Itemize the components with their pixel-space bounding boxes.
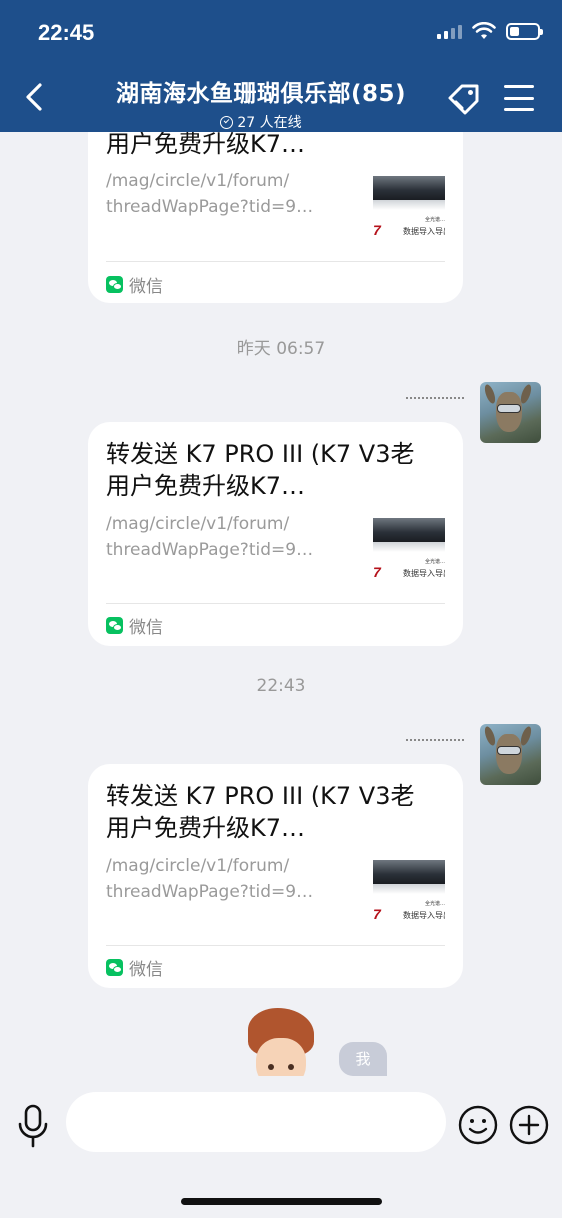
input-bar <box>0 1076 562 1218</box>
timestamp: 昨天 06:57 <box>236 339 326 359</box>
chat-title-block[interactable]: 湖南海水鱼珊瑚俱乐部(85) 27 人在线 <box>90 74 432 132</box>
link-card[interactable]: 转发送 K7 PRO III (K7 V3老 用户免费升级K7… /mag/ci… <box>88 422 463 646</box>
self-badge: 我 <box>339 1042 387 1076</box>
link-thumbnail: 7 全光谱… 数据导入导出 <box>373 860 445 924</box>
back-icon[interactable] <box>18 80 52 114</box>
link-source: 微信 <box>106 613 163 638</box>
battery-icon <box>506 22 543 40</box>
link-card[interactable]: 转发送 K7 PRO III (K7 V3老 用户免费升级K7… /mag/ci… <box>88 764 463 988</box>
card-divider <box>106 945 445 946</box>
link-card-title: 转发送 K7 PRO III (K7 V3老 用户免费升级K7… <box>106 782 415 842</box>
link-card[interactable]: 用户免费升级K7… /mag/circle/v1/forum/ threadWa… <box>88 132 463 303</box>
link-card-title: 用户免费升级K7… <box>106 132 306 158</box>
card-divider <box>106 261 445 262</box>
wifi-icon <box>472 22 496 39</box>
link-thumbnail: 7 全光谱… 数据导入导出 <box>373 176 445 240</box>
emoji-icon[interactable] <box>458 1105 498 1145</box>
wechat-icon <box>106 617 123 634</box>
link-source: 微信 <box>106 955 163 980</box>
home-indicator <box>181 1198 382 1205</box>
microphone-icon[interactable] <box>16 1104 50 1148</box>
status-icons <box>437 22 543 40</box>
sender-name-masked <box>406 397 464 399</box>
timestamp: 22:43 <box>256 676 306 696</box>
wechat-icon <box>106 959 123 976</box>
link-thumbnail: 7 全光谱… 数据导入导出 <box>373 518 445 582</box>
chat-header: 22:45 湖南海水鱼珊瑚俱乐部(85) 27 人在线 <box>0 0 562 132</box>
online-status: 27 人在线 <box>90 112 432 132</box>
avatar[interactable] <box>480 382 541 443</box>
link-card-url: /mag/circle/v1/forum/ threadWapPage?tid=… <box>106 514 314 560</box>
message-input[interactable] <box>66 1092 446 1152</box>
card-divider <box>106 603 445 604</box>
link-card-title: 转发送 K7 PRO III (K7 V3老 用户免费升级K7… <box>106 440 415 500</box>
menu-icon[interactable] <box>504 85 534 111</box>
message-list[interactable]: 用户免费升级K7… /mag/circle/v1/forum/ threadWa… <box>0 132 562 1076</box>
chat-title: 湖南海水鱼珊瑚俱乐部(85) <box>115 81 407 107</box>
tag-icon[interactable] <box>444 80 484 120</box>
online-count: 27 人在线 <box>237 115 302 131</box>
plus-icon[interactable] <box>509 1105 549 1145</box>
sender-name-masked <box>406 739 464 741</box>
self-avatar[interactable] <box>246 1008 316 1076</box>
avatar[interactable] <box>480 724 541 785</box>
status-time: 22:45 <box>38 20 95 45</box>
signal-icon <box>437 23 462 39</box>
link-source: 微信 <box>106 272 163 297</box>
online-check-icon <box>220 115 234 129</box>
link-card-url: /mag/circle/v1/forum/ threadWapPage?tid=… <box>106 856 314 902</box>
wechat-icon <box>106 276 123 293</box>
link-card-url: /mag/circle/v1/forum/ threadWapPage?tid=… <box>106 171 314 217</box>
